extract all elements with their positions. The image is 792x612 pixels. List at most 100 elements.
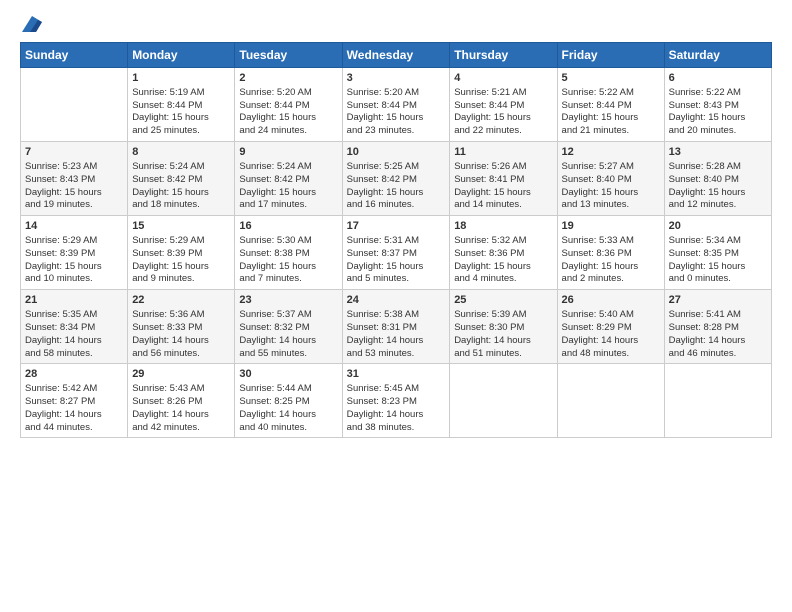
day-cell: 29Sunrise: 5:43 AM Sunset: 8:26 PM Dayli… [128,364,235,438]
day-cell: 8Sunrise: 5:24 AM Sunset: 8:42 PM Daylig… [128,142,235,216]
day-number: 28 [25,367,123,382]
header [20,16,772,32]
day-number: 18 [454,219,552,234]
day-info: Sunrise: 5:20 AM Sunset: 8:44 PM Dayligh… [239,87,316,136]
day-info: Sunrise: 5:45 AM Sunset: 8:23 PM Dayligh… [347,383,424,432]
day-number: 31 [347,367,446,382]
day-number: 20 [669,219,767,234]
day-info: Sunrise: 5:40 AM Sunset: 8:29 PM Dayligh… [562,309,639,358]
day-number: 26 [562,293,660,308]
day-number: 16 [239,219,337,234]
column-header-saturday: Saturday [664,43,771,68]
day-cell: 9Sunrise: 5:24 AM Sunset: 8:42 PM Daylig… [235,142,342,216]
day-info: Sunrise: 5:28 AM Sunset: 8:40 PM Dayligh… [669,161,746,210]
day-number: 14 [25,219,123,234]
day-cell: 26Sunrise: 5:40 AM Sunset: 8:29 PM Dayli… [557,290,664,364]
day-cell: 2Sunrise: 5:20 AM Sunset: 8:44 PM Daylig… [235,68,342,142]
day-info: Sunrise: 5:20 AM Sunset: 8:44 PM Dayligh… [347,87,424,136]
day-info: Sunrise: 5:22 AM Sunset: 8:44 PM Dayligh… [562,87,639,136]
day-info: Sunrise: 5:39 AM Sunset: 8:30 PM Dayligh… [454,309,531,358]
week-row-4: 21Sunrise: 5:35 AM Sunset: 8:34 PM Dayli… [21,290,772,364]
day-cell: 6Sunrise: 5:22 AM Sunset: 8:43 PM Daylig… [664,68,771,142]
day-number: 29 [132,367,230,382]
day-cell: 20Sunrise: 5:34 AM Sunset: 8:35 PM Dayli… [664,216,771,290]
header-row: SundayMondayTuesdayWednesdayThursdayFrid… [21,43,772,68]
day-cell: 3Sunrise: 5:20 AM Sunset: 8:44 PM Daylig… [342,68,450,142]
logo [20,16,42,32]
day-cell: 4Sunrise: 5:21 AM Sunset: 8:44 PM Daylig… [450,68,557,142]
day-cell: 16Sunrise: 5:30 AM Sunset: 8:38 PM Dayli… [235,216,342,290]
day-number: 1 [132,71,230,86]
day-number: 4 [454,71,552,86]
day-cell: 28Sunrise: 5:42 AM Sunset: 8:27 PM Dayli… [21,364,128,438]
column-header-friday: Friday [557,43,664,68]
day-number: 30 [239,367,337,382]
day-info: Sunrise: 5:26 AM Sunset: 8:41 PM Dayligh… [454,161,531,210]
day-cell: 30Sunrise: 5:44 AM Sunset: 8:25 PM Dayli… [235,364,342,438]
day-cell: 31Sunrise: 5:45 AM Sunset: 8:23 PM Dayli… [342,364,450,438]
day-info: Sunrise: 5:31 AM Sunset: 8:37 PM Dayligh… [347,235,424,284]
day-cell: 17Sunrise: 5:31 AM Sunset: 8:37 PM Dayli… [342,216,450,290]
day-number: 24 [347,293,446,308]
day-number: 13 [669,145,767,160]
day-number: 17 [347,219,446,234]
day-cell [557,364,664,438]
day-info: Sunrise: 5:36 AM Sunset: 8:33 PM Dayligh… [132,309,209,358]
calendar-body: 1Sunrise: 5:19 AM Sunset: 8:44 PM Daylig… [21,68,772,438]
day-number: 27 [669,293,767,308]
day-number: 11 [454,145,552,160]
day-cell: 14Sunrise: 5:29 AM Sunset: 8:39 PM Dayli… [21,216,128,290]
day-info: Sunrise: 5:33 AM Sunset: 8:36 PM Dayligh… [562,235,639,284]
page: SundayMondayTuesdayWednesdayThursdayFrid… [0,0,792,612]
week-row-3: 14Sunrise: 5:29 AM Sunset: 8:39 PM Dayli… [21,216,772,290]
calendar-header: SundayMondayTuesdayWednesdayThursdayFrid… [21,43,772,68]
day-info: Sunrise: 5:44 AM Sunset: 8:25 PM Dayligh… [239,383,316,432]
day-cell: 22Sunrise: 5:36 AM Sunset: 8:33 PM Dayli… [128,290,235,364]
day-info: Sunrise: 5:42 AM Sunset: 8:27 PM Dayligh… [25,383,102,432]
day-number: 6 [669,71,767,86]
day-number: 3 [347,71,446,86]
day-info: Sunrise: 5:29 AM Sunset: 8:39 PM Dayligh… [25,235,102,284]
day-cell [664,364,771,438]
day-number: 8 [132,145,230,160]
logo-icon [22,16,42,32]
day-cell [450,364,557,438]
day-number: 21 [25,293,123,308]
day-info: Sunrise: 5:24 AM Sunset: 8:42 PM Dayligh… [132,161,209,210]
day-info: Sunrise: 5:38 AM Sunset: 8:31 PM Dayligh… [347,309,424,358]
day-info: Sunrise: 5:27 AM Sunset: 8:40 PM Dayligh… [562,161,639,210]
day-number: 22 [132,293,230,308]
day-info: Sunrise: 5:37 AM Sunset: 8:32 PM Dayligh… [239,309,316,358]
day-info: Sunrise: 5:22 AM Sunset: 8:43 PM Dayligh… [669,87,746,136]
day-number: 23 [239,293,337,308]
day-cell: 25Sunrise: 5:39 AM Sunset: 8:30 PM Dayli… [450,290,557,364]
day-cell: 10Sunrise: 5:25 AM Sunset: 8:42 PM Dayli… [342,142,450,216]
day-cell: 24Sunrise: 5:38 AM Sunset: 8:31 PM Dayli… [342,290,450,364]
day-cell: 19Sunrise: 5:33 AM Sunset: 8:36 PM Dayli… [557,216,664,290]
day-info: Sunrise: 5:41 AM Sunset: 8:28 PM Dayligh… [669,309,746,358]
day-info: Sunrise: 5:23 AM Sunset: 8:43 PM Dayligh… [25,161,102,210]
day-number: 12 [562,145,660,160]
day-cell: 7Sunrise: 5:23 AM Sunset: 8:43 PM Daylig… [21,142,128,216]
day-number: 5 [562,71,660,86]
day-cell: 1Sunrise: 5:19 AM Sunset: 8:44 PM Daylig… [128,68,235,142]
day-info: Sunrise: 5:29 AM Sunset: 8:39 PM Dayligh… [132,235,209,284]
calendar-table: SundayMondayTuesdayWednesdayThursdayFrid… [20,42,772,438]
day-info: Sunrise: 5:43 AM Sunset: 8:26 PM Dayligh… [132,383,209,432]
week-row-1: 1Sunrise: 5:19 AM Sunset: 8:44 PM Daylig… [21,68,772,142]
week-row-5: 28Sunrise: 5:42 AM Sunset: 8:27 PM Dayli… [21,364,772,438]
day-info: Sunrise: 5:24 AM Sunset: 8:42 PM Dayligh… [239,161,316,210]
day-info: Sunrise: 5:32 AM Sunset: 8:36 PM Dayligh… [454,235,531,284]
day-number: 7 [25,145,123,160]
day-info: Sunrise: 5:25 AM Sunset: 8:42 PM Dayligh… [347,161,424,210]
column-header-monday: Monday [128,43,235,68]
day-cell: 21Sunrise: 5:35 AM Sunset: 8:34 PM Dayli… [21,290,128,364]
day-number: 9 [239,145,337,160]
day-info: Sunrise: 5:35 AM Sunset: 8:34 PM Dayligh… [25,309,102,358]
day-cell: 27Sunrise: 5:41 AM Sunset: 8:28 PM Dayli… [664,290,771,364]
day-cell [21,68,128,142]
day-info: Sunrise: 5:21 AM Sunset: 8:44 PM Dayligh… [454,87,531,136]
column-header-wednesday: Wednesday [342,43,450,68]
day-info: Sunrise: 5:30 AM Sunset: 8:38 PM Dayligh… [239,235,316,284]
day-number: 10 [347,145,446,160]
